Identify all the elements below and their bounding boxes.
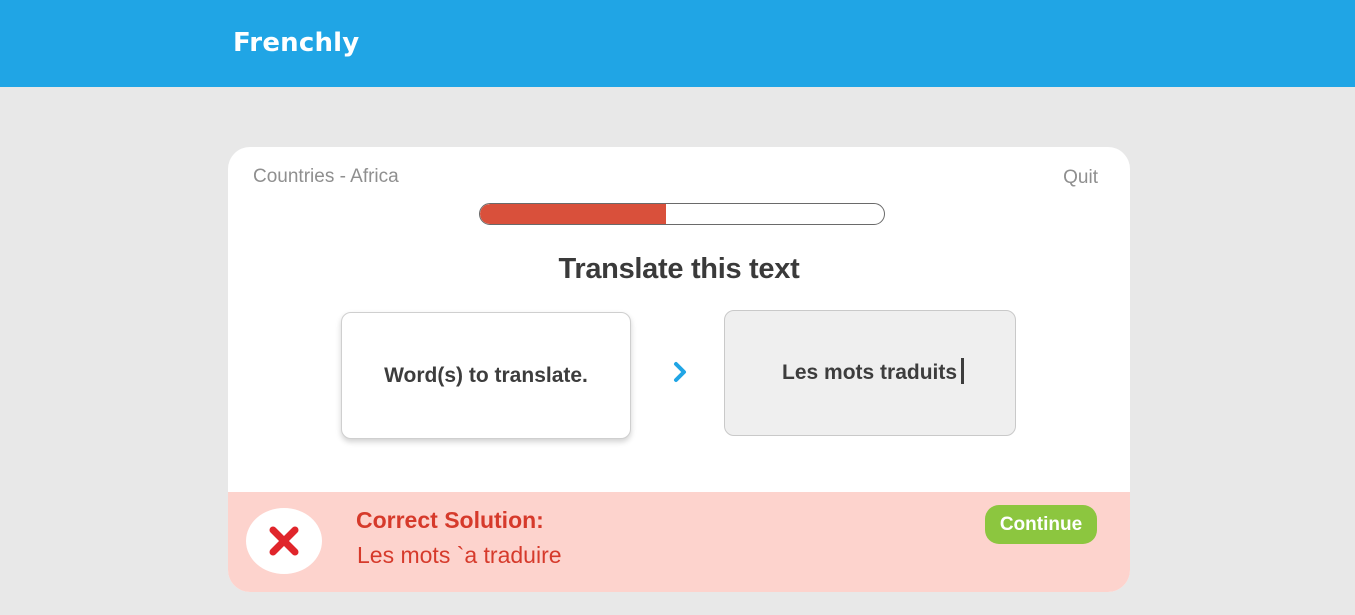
source-text-card: Word(s) to translate.: [341, 312, 631, 439]
close-icon: [269, 526, 299, 556]
source-text: Word(s) to translate.: [384, 363, 588, 387]
lesson-card: Countries - Africa Quit Translate this t…: [228, 147, 1130, 592]
feedback-banner: Correct Solution: Les mots `a traduire C…: [228, 492, 1130, 592]
incorrect-badge: [246, 508, 322, 574]
lesson-title: Countries - Africa: [253, 166, 399, 187]
chevron-right-icon: [674, 362, 686, 382]
answer-input-value: Les mots traduits: [782, 358, 965, 385]
lesson-progress-bar: [479, 203, 885, 225]
lesson-progress-fill: [480, 204, 666, 224]
answer-input[interactable]: Les mots traduits: [724, 310, 1016, 436]
app-logo[interactable]: Frenchly: [233, 28, 359, 58]
feedback-title: Correct Solution:: [356, 507, 544, 533]
exercise-prompt: Translate this text: [558, 253, 800, 285]
continue-button[interactable]: Continue: [985, 505, 1097, 544]
correct-solution-text: Les mots `a traduire: [357, 542, 562, 568]
top-navigation-bar: Frenchly: [0, 0, 1355, 87]
quit-button[interactable]: Quit: [1063, 167, 1098, 189]
text-cursor: [961, 358, 965, 384]
